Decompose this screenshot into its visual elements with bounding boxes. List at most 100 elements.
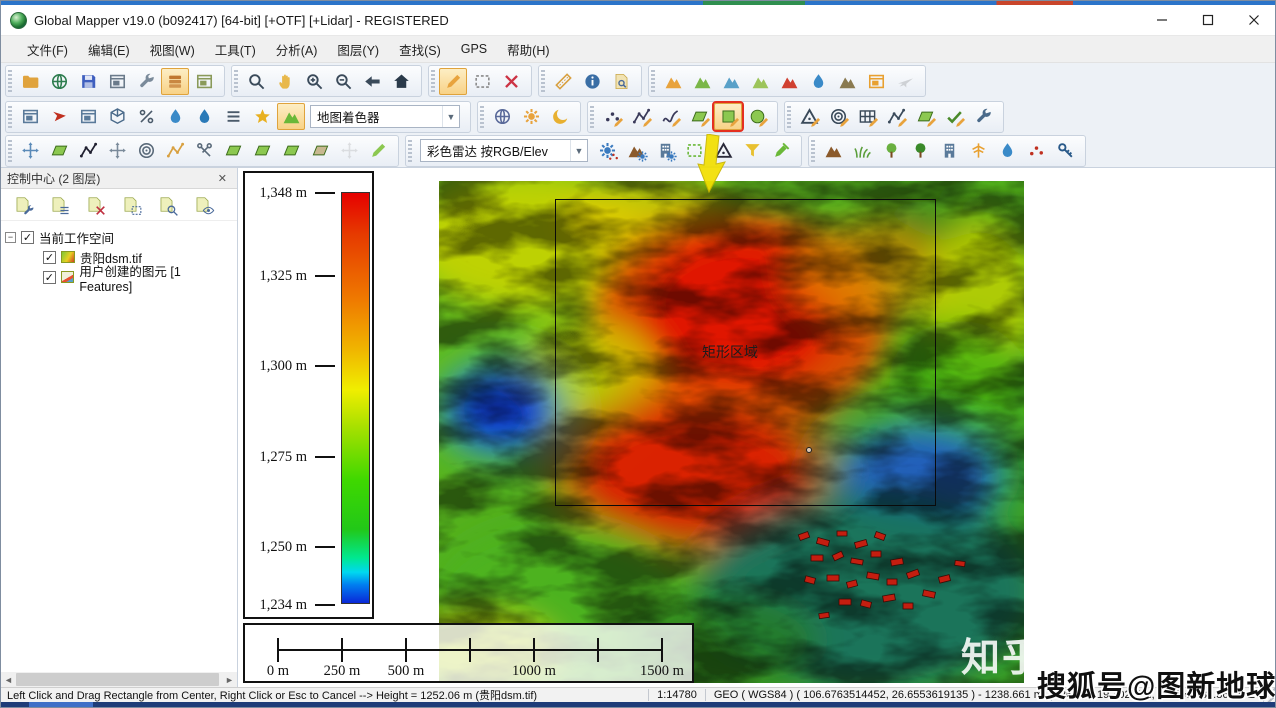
classify-noise-button[interactable] — [1022, 137, 1050, 164]
lidar-ground-classify-settings-button[interactable] — [622, 137, 650, 164]
layer-checkbox[interactable]: ✓ — [43, 251, 56, 264]
scrollbar-thumb[interactable] — [16, 673, 219, 686]
attribute-editor-button[interactable] — [969, 103, 997, 130]
create-grid-button[interactable] — [853, 103, 881, 130]
zoom-out-button[interactable] — [329, 68, 357, 95]
water-level-rise-alt-button[interactable] — [190, 103, 218, 130]
edit-area-button[interactable] — [911, 103, 939, 130]
chevron-down-icon[interactable]: ▼ — [442, 106, 459, 127]
rotate-shape-button[interactable] — [248, 137, 276, 164]
shader-combobox[interactable]: 地图着色器 ▼ — [310, 105, 460, 128]
layer-options-button[interactable] — [9, 192, 36, 218]
maximize-button[interactable] — [1185, 5, 1231, 36]
create-line-button[interactable] — [627, 103, 655, 130]
terrain-lighting-button[interactable] — [862, 68, 890, 95]
layer-visibility-button[interactable] — [189, 192, 216, 218]
reshape-feature-button[interactable] — [219, 137, 247, 164]
create-rectangle-button[interactable] — [714, 103, 742, 130]
menu-item-layer[interactable]: 图层(Y) — [327, 36, 389, 63]
freehand-draw-button[interactable] — [364, 137, 392, 164]
layer-checkbox[interactable]: ✓ — [21, 231, 34, 244]
classify-water-button[interactable] — [993, 137, 1021, 164]
create-area-button[interactable] — [685, 103, 713, 130]
layer-checkbox[interactable]: ✓ — [43, 271, 56, 284]
zoom-in-button[interactable] — [300, 68, 328, 95]
layer-metadata-button[interactable] — [45, 192, 72, 218]
digitizer-tool-button[interactable] — [439, 68, 467, 95]
map-viewport[interactable]: 矩形区域 1,348 m1,325 m1,300 m1,275 m1,250 m… — [239, 168, 1276, 687]
map-layout-button[interactable] — [103, 68, 131, 95]
control-center-button[interactable] — [161, 68, 189, 95]
lidar-feature-classify-settings-button[interactable] — [651, 137, 679, 164]
water-level-rise-button[interactable] — [161, 103, 189, 130]
lidar-draw-mode-combobox[interactable]: 彩色雷达 按RGB/Elev ▼ — [420, 139, 588, 162]
classify-building-button[interactable] — [935, 137, 963, 164]
overlay-control-button[interactable] — [190, 68, 218, 95]
select-features-button[interactable] — [468, 68, 496, 95]
verify-feature-button[interactable] — [940, 103, 968, 130]
view-3d-button[interactable] — [103, 103, 131, 130]
scroll-right-icon[interactable]: ► — [222, 672, 237, 687]
feature-info-button[interactable] — [578, 68, 606, 95]
copy-feature-button[interactable] — [277, 137, 305, 164]
view-shed-analysis-button[interactable] — [775, 68, 803, 95]
layer-zoom-to-button[interactable] — [117, 192, 144, 218]
measure-tool-button[interactable] — [549, 68, 577, 95]
save-workspace-button[interactable] — [74, 68, 102, 95]
create-trace-button[interactable] — [656, 103, 684, 130]
download-online-data-button[interactable] — [45, 68, 73, 95]
full-view-button[interactable] — [387, 68, 415, 95]
rotate-feature-button[interactable] — [132, 137, 160, 164]
zoom-box-tool-button[interactable] — [242, 68, 270, 95]
clear-selection-button[interactable] — [497, 68, 525, 95]
user-created-rectangle-feature[interactable]: 矩形区域 — [555, 199, 936, 506]
menu-item-analysis[interactable]: 分析(A) — [266, 36, 328, 63]
classify-powerline-button[interactable] — [964, 137, 992, 164]
menu-item-search[interactable]: 查找(S) — [389, 36, 451, 63]
cut-feature-button[interactable] — [190, 137, 218, 164]
pan-tool-button[interactable] — [271, 68, 299, 95]
flatten-terrain-button[interactable] — [746, 68, 774, 95]
menu-item-file[interactable]: 文件(F) — [17, 36, 78, 63]
menu-item-edit[interactable]: 编辑(E) — [78, 36, 140, 63]
contour-generation-button[interactable] — [688, 68, 716, 95]
classify-high-vegetation-button[interactable] — [906, 137, 934, 164]
expand-collapse-icon[interactable]: − — [5, 232, 16, 243]
menu-item-help[interactable]: 帮助(H) — [497, 36, 559, 63]
panel-close-icon[interactable]: ✕ — [214, 172, 231, 185]
slope-display-button[interactable] — [132, 103, 160, 130]
map-shader-button[interactable] — [277, 103, 305, 130]
shift-feature-button[interactable] — [103, 137, 131, 164]
lidar-filter-button[interactable] — [738, 137, 766, 164]
move-feature-button[interactable] — [16, 137, 44, 164]
tree-item-user-features-layer[interactable]: ✓用户创建的图元 [1 Features] — [5, 267, 233, 287]
zoom-previous-button[interactable] — [358, 68, 386, 95]
search-vector-data-button[interactable] — [607, 68, 635, 95]
terrain-compare-button[interactable] — [833, 68, 861, 95]
configuration-button[interactable] — [132, 68, 160, 95]
layer-close-button[interactable] — [81, 192, 108, 218]
open-file-button[interactable] — [16, 68, 44, 95]
minimize-button[interactable] — [1139, 5, 1185, 36]
split-line-button[interactable] — [161, 137, 189, 164]
fly-path-button[interactable] — [45, 103, 73, 130]
shader-options-button[interactable] — [517, 103, 545, 130]
chevron-down-icon[interactable]: ▼ — [570, 140, 587, 161]
insert-vertex-button[interactable] — [882, 103, 910, 130]
watershed-drop-button[interactable] — [804, 68, 832, 95]
web-layers-button[interactable] — [488, 103, 516, 130]
day-night-display-button[interactable] — [546, 103, 574, 130]
watershed-flood-button[interactable] — [717, 68, 745, 95]
measure-angle-button[interactable] — [795, 103, 823, 130]
create-range-rings-button[interactable] — [824, 103, 852, 130]
elevation-legend-button[interactable] — [659, 68, 687, 95]
create-circle-button[interactable] — [743, 103, 771, 130]
duplicate-feature-button[interactable] — [306, 137, 334, 164]
path-profile-button[interactable] — [219, 103, 247, 130]
tree-item-workspace[interactable]: −✓当前工作空间 — [5, 227, 233, 247]
edit-vertices-button[interactable] — [74, 137, 102, 164]
create-point-button[interactable] — [598, 103, 626, 130]
menu-item-tools[interactable]: 工具(T) — [205, 36, 266, 63]
lidar-key-button[interactable] — [1051, 137, 1079, 164]
close-button[interactable] — [1231, 5, 1276, 36]
